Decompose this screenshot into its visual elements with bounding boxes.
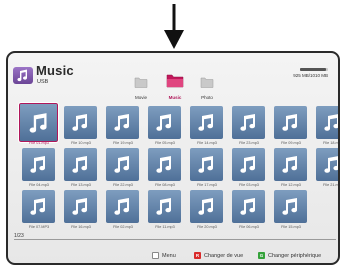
music-note-icon (156, 198, 172, 215)
music-note-icon (324, 156, 338, 173)
music-note-icon (114, 198, 130, 215)
file-name: File 07.MP3 (28, 225, 50, 229)
change-device-label: Changer périphérique (268, 252, 322, 259)
music-note-icon (30, 198, 46, 215)
file-name: File 15.mp3 (281, 225, 301, 229)
file-name: File 21.mp3 (323, 183, 339, 187)
change-view-label: Changer de vue (204, 252, 244, 259)
file-tile[interactable] (148, 148, 181, 181)
divider (14, 239, 336, 240)
file-name: File 10.mp3 (71, 141, 91, 145)
file-name: File 01.mp3 (29, 141, 49, 145)
file-name: File 02.mp3 (113, 225, 133, 229)
category-label: Music (168, 95, 182, 100)
music-note-icon (30, 156, 46, 173)
file-name: File 06.mp3 (239, 225, 259, 229)
file-tile[interactable] (232, 190, 265, 223)
file-name: File 19.mp3 (113, 141, 133, 145)
music-note-icon (114, 156, 130, 173)
green-key-icon: G (258, 252, 265, 259)
capacity-bar (300, 68, 328, 71)
music-note-icon (72, 114, 88, 131)
file-tile[interactable] (190, 106, 223, 139)
file-tile[interactable] (274, 106, 307, 139)
file-tile[interactable] (22, 148, 55, 181)
change-device-button[interactable]: G Changer périphérique (258, 252, 321, 259)
file-tile[interactable] (106, 106, 139, 139)
file-tile[interactable] (64, 106, 97, 139)
down-arrow-icon (164, 4, 184, 49)
category-music[interactable]: Music (160, 71, 190, 100)
file-name: File 09.mp3 (281, 141, 301, 145)
folder-icon (200, 77, 214, 88)
music-note-icon (240, 114, 256, 131)
file-tile[interactable] (148, 190, 181, 223)
file-name: File 11.mp3 (155, 225, 175, 229)
file-tile[interactable] (64, 148, 97, 181)
file-tile[interactable] (64, 190, 97, 223)
category-label: Movie (134, 95, 147, 100)
folder-open-icon (166, 74, 184, 88)
music-note-icon (198, 198, 214, 215)
file-name: File 04.mp3 (29, 183, 49, 187)
menu-key-icon (152, 252, 159, 259)
file-tile[interactable] (18, 102, 59, 143)
music-note-icon (72, 156, 88, 173)
menu-button[interactable]: Menu (152, 252, 176, 259)
music-browser-screen: Music USB Movie Music Photo 925 MB/1010 … (6, 51, 340, 265)
file-name: File 03.mp3 (239, 183, 259, 187)
file-tile[interactable] (22, 190, 55, 223)
header: Music USB Movie Music Photo 925 MB/1010 … (8, 53, 338, 100)
red-key-icon: R (194, 252, 201, 259)
file-tile[interactable] (232, 106, 265, 139)
music-note-icon (198, 156, 214, 173)
footer: Menu R Changer de vue G Changer périphér… (8, 246, 338, 263)
file-name: File 05.mp3 (155, 141, 175, 145)
file-tile[interactable] (106, 148, 139, 181)
capacity-text: 925 MB/1010 MB (293, 73, 328, 78)
music-note-icon (198, 114, 214, 131)
file-name: File 13.mp3 (71, 183, 91, 187)
music-note-icon (114, 114, 130, 131)
music-note-icon (72, 198, 88, 215)
file-name: File 17.mp3 (197, 183, 217, 187)
category-movie[interactable]: Movie (126, 75, 156, 100)
music-note-icon (13, 67, 33, 84)
folder-icon (134, 77, 148, 88)
music-note-icon (29, 113, 47, 133)
file-tile[interactable] (232, 148, 265, 181)
music-note-icon (282, 198, 298, 215)
file-tile[interactable] (190, 190, 223, 223)
file-tile[interactable] (190, 148, 223, 181)
file-tile[interactable] (316, 106, 338, 139)
file-name: File 23.mp3 (239, 141, 259, 145)
device-label: USB (37, 79, 49, 85)
category-photo[interactable]: Photo (192, 75, 222, 100)
menu-label: Menu (162, 252, 176, 259)
file-tile[interactable] (148, 106, 181, 139)
file-name: File 14.mp3 (197, 141, 217, 145)
file-tile[interactable] (316, 148, 338, 181)
file-name: File 16.mp3 (71, 225, 91, 229)
capacity-fill (300, 68, 326, 71)
file-name: File 12.mp3 (281, 183, 301, 187)
category-label: Photo (201, 95, 213, 100)
music-note-icon (324, 114, 338, 131)
file-name: File 22.mp3 (113, 183, 133, 187)
file-name: File 20.mp3 (197, 225, 217, 229)
change-view-button[interactable]: R Changer de vue (194, 252, 243, 259)
music-note-icon (240, 198, 256, 215)
file-tile[interactable] (274, 148, 307, 181)
music-note-icon (282, 156, 298, 173)
stage: Music USB Movie Music Photo 925 MB/1010 … (0, 0, 346, 269)
file-tile[interactable] (106, 190, 139, 223)
music-note-icon (240, 156, 256, 173)
file-name: File 18.mp3 (323, 141, 339, 145)
music-note-icon (156, 114, 172, 131)
music-note-icon (156, 156, 172, 173)
file-tile[interactable] (274, 190, 307, 223)
file-name: File 08.mp3 (155, 183, 175, 187)
music-note-icon (282, 114, 298, 131)
page-title: Music (36, 63, 74, 78)
